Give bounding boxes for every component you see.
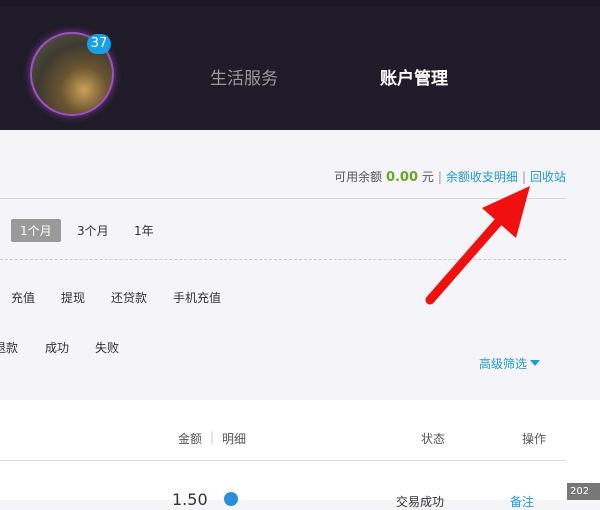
status-success[interactable]: 成功 [45, 339, 69, 356]
transactions-table [0, 400, 600, 500]
balance-label: 可用余额 [334, 170, 383, 184]
period-3-months[interactable]: 3个月 [77, 222, 109, 239]
table-divider [0, 460, 566, 461]
type-repay[interactable]: 还贷款 [111, 289, 147, 306]
status-failed[interactable]: 失败 [95, 339, 119, 356]
row-status: 交易成功 [396, 495, 445, 509]
caret-down-icon [530, 360, 541, 366]
header-detail: 明细 [222, 432, 247, 446]
status-refund[interactable]: 退款 [0, 339, 18, 356]
header-action: 操作 [522, 432, 547, 446]
corner-tag: 202 [567, 483, 600, 500]
nav-life-services[interactable]: 生活服务 [210, 64, 278, 89]
header-amount: 金额 [178, 432, 203, 446]
period-1-month[interactable]: 1个月 [11, 219, 61, 242]
type-withdraw[interactable]: 提现 [61, 289, 85, 306]
detail-icon[interactable] [224, 492, 238, 506]
type-recharge[interactable]: 充值 [11, 289, 35, 306]
type-phone-recharge[interactable]: 手机充值 [173, 289, 221, 306]
period-1-year[interactable]: 1年 [134, 222, 154, 239]
header-status: 状态 [421, 432, 446, 446]
header: 37 生活服务 账户管理 [0, 0, 600, 136]
row-note-link[interactable]: 备注 [510, 493, 534, 510]
advanced-filter-label: 高级筛选 [479, 357, 528, 371]
balance-amount: 0.00 [385, 170, 419, 185]
red-arrow-annotation [425, 186, 530, 305]
advanced-filter-button[interactable]: 高级筛选 [479, 355, 541, 372]
nav-account-management[interactable]: 账户管理 [380, 64, 448, 89]
notification-badge: 37 [87, 34, 111, 54]
